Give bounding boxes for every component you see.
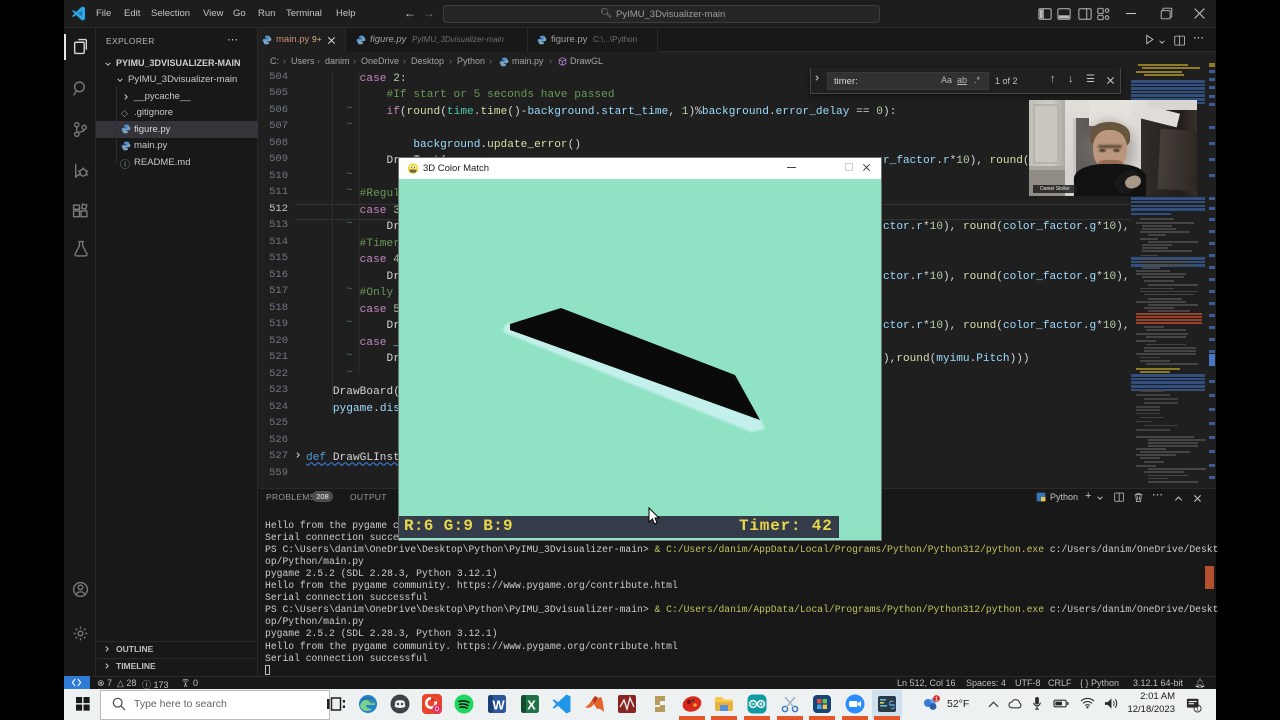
svg-text:1: 1	[1196, 707, 1199, 713]
svg-text:1: 1	[935, 696, 939, 703]
svg-text:D: D	[435, 707, 440, 713]
svg-text:W: W	[492, 698, 505, 713]
svg-text:X: X	[527, 698, 536, 713]
